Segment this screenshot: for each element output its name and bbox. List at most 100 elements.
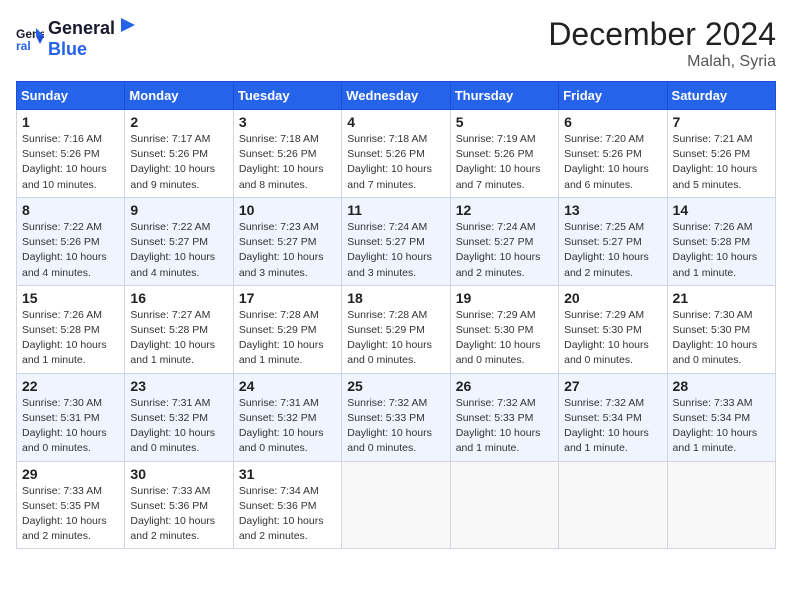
calendar-cell: 22 Sunrise: 7:30 AM Sunset: 5:31 PM Dayli… bbox=[17, 373, 125, 461]
day-number: 25 bbox=[347, 378, 444, 394]
calendar-cell: 14 Sunrise: 7:26 AM Sunset: 5:28 PM Dayli… bbox=[667, 197, 775, 285]
day-number: 5 bbox=[456, 114, 553, 130]
calendar-cell: 30Sunrise: 7:33 AM Sunset: 5:36 PM Dayli… bbox=[125, 461, 233, 549]
calendar-cell bbox=[667, 461, 775, 549]
day-info: Sunrise: 7:18 AM Sunset: 5:26 PM Dayligh… bbox=[239, 132, 336, 193]
day-info: Sunrise: 7:29 AM Sunset: 5:30 PM Dayligh… bbox=[564, 308, 661, 369]
day-number: 7 bbox=[673, 114, 770, 130]
calendar-cell: 6 Sunrise: 7:20 AM Sunset: 5:26 PM Daylig… bbox=[559, 110, 667, 198]
calendar-cell: 21Sunrise: 7:30 AM Sunset: 5:30 PM Dayli… bbox=[667, 285, 775, 373]
day-info: Sunrise: 7:32 AM Sunset: 5:34 PM Dayligh… bbox=[564, 396, 661, 457]
calendar-cell: 4 Sunrise: 7:18 AM Sunset: 5:26 PM Daylig… bbox=[342, 110, 450, 198]
day-number: 11 bbox=[347, 202, 444, 218]
calendar-cell: 19 Sunrise: 7:29 AM Sunset: 5:30 PM Dayli… bbox=[450, 285, 558, 373]
calendar-cell: 12Sunrise: 7:24 AM Sunset: 5:27 PM Dayli… bbox=[450, 197, 558, 285]
calendar-cell: 16Sunrise: 7:27 AM Sunset: 5:28 PM Dayli… bbox=[125, 285, 233, 373]
location-title: Malah, Syria bbox=[548, 53, 776, 71]
day-info: Sunrise: 7:24 AM Sunset: 5:27 PM Dayligh… bbox=[347, 220, 444, 281]
header-row: Sunday Monday Tuesday Wednesday Thursday… bbox=[17, 82, 776, 110]
logo-text-blue: Blue bbox=[48, 39, 137, 60]
calendar-week-2: 8 Sunrise: 7:22 AM Sunset: 5:26 PM Daylig… bbox=[17, 197, 776, 285]
logo-text-general: General bbox=[48, 18, 115, 39]
day-info: Sunrise: 7:29 AM Sunset: 5:30 PM Dayligh… bbox=[456, 308, 553, 369]
day-number: 30 bbox=[130, 466, 227, 482]
day-info: Sunrise: 7:19 AM Sunset: 5:26 PM Dayligh… bbox=[456, 132, 553, 193]
calendar-week-1: 1 Sunrise: 7:16 AM Sunset: 5:26 PM Daylig… bbox=[17, 110, 776, 198]
day-info: Sunrise: 7:34 AM Sunset: 5:36 PM Dayligh… bbox=[239, 484, 336, 545]
day-info: Sunrise: 7:25 AM Sunset: 5:27 PM Dayligh… bbox=[564, 220, 661, 281]
calendar-cell: 29 Sunrise: 7:33 AM Sunset: 5:35 PM Dayli… bbox=[17, 461, 125, 549]
calendar-cell: 7 Sunrise: 7:21 AM Sunset: 5:26 PM Daylig… bbox=[667, 110, 775, 198]
page-header: Gene ral General Blue December 2024 Mala… bbox=[16, 16, 776, 71]
day-number: 14 bbox=[673, 202, 770, 218]
day-info: Sunrise: 7:30 AM Sunset: 5:31 PM Dayligh… bbox=[22, 396, 119, 457]
col-friday: Friday bbox=[559, 82, 667, 110]
col-monday: Monday bbox=[125, 82, 233, 110]
day-number: 1 bbox=[22, 114, 119, 130]
day-number: 3 bbox=[239, 114, 336, 130]
day-number: 18 bbox=[347, 290, 444, 306]
day-info: Sunrise: 7:22 AM Sunset: 5:27 PM Dayligh… bbox=[130, 220, 227, 281]
day-info: Sunrise: 7:16 AM Sunset: 5:26 PM Dayligh… bbox=[22, 132, 119, 193]
calendar-cell: 25 Sunrise: 7:32 AM Sunset: 5:33 PM Dayli… bbox=[342, 373, 450, 461]
day-info: Sunrise: 7:33 AM Sunset: 5:35 PM Dayligh… bbox=[22, 484, 119, 545]
day-info: Sunrise: 7:27 AM Sunset: 5:28 PM Dayligh… bbox=[130, 308, 227, 369]
day-number: 13 bbox=[564, 202, 661, 218]
col-wednesday: Wednesday bbox=[342, 82, 450, 110]
day-info: Sunrise: 7:22 AM Sunset: 5:26 PM Dayligh… bbox=[22, 220, 119, 281]
calendar-cell: 28Sunrise: 7:33 AM Sunset: 5:34 PM Dayli… bbox=[667, 373, 775, 461]
calendar-cell bbox=[450, 461, 558, 549]
calendar-cell: 13 Sunrise: 7:25 AM Sunset: 5:27 PM Dayli… bbox=[559, 197, 667, 285]
day-number: 9 bbox=[130, 202, 227, 218]
logo: Gene ral General Blue bbox=[16, 16, 137, 60]
calendar-cell bbox=[342, 461, 450, 549]
col-tuesday: Tuesday bbox=[233, 82, 341, 110]
day-info: Sunrise: 7:32 AM Sunset: 5:33 PM Dayligh… bbox=[347, 396, 444, 457]
day-info: Sunrise: 7:17 AM Sunset: 5:26 PM Dayligh… bbox=[130, 132, 227, 193]
day-number: 10 bbox=[239, 202, 336, 218]
day-number: 24 bbox=[239, 378, 336, 394]
day-info: Sunrise: 7:21 AM Sunset: 5:26 PM Dayligh… bbox=[673, 132, 770, 193]
logo-icon: Gene ral bbox=[16, 24, 44, 52]
day-info: Sunrise: 7:28 AM Sunset: 5:29 PM Dayligh… bbox=[347, 308, 444, 369]
calendar-cell: 26 Sunrise: 7:32 AM Sunset: 5:33 PM Dayli… bbox=[450, 373, 558, 461]
col-saturday: Saturday bbox=[667, 82, 775, 110]
day-info: Sunrise: 7:26 AM Sunset: 5:28 PM Dayligh… bbox=[673, 220, 770, 281]
calendar-cell: 27Sunrise: 7:32 AM Sunset: 5:34 PM Dayli… bbox=[559, 373, 667, 461]
calendar-week-5: 29 Sunrise: 7:33 AM Sunset: 5:35 PM Dayli… bbox=[17, 461, 776, 549]
calendar-cell: 3 Sunrise: 7:18 AM Sunset: 5:26 PM Daylig… bbox=[233, 110, 341, 198]
day-info: Sunrise: 7:28 AM Sunset: 5:29 PM Dayligh… bbox=[239, 308, 336, 369]
day-number: 31 bbox=[239, 466, 336, 482]
calendar-cell: 18 Sunrise: 7:28 AM Sunset: 5:29 PM Dayli… bbox=[342, 285, 450, 373]
month-title: December 2024 bbox=[548, 16, 776, 53]
calendar-cell bbox=[559, 461, 667, 549]
logo-arrow-icon bbox=[117, 16, 137, 34]
day-number: 19 bbox=[456, 290, 553, 306]
calendar-cell: 1 Sunrise: 7:16 AM Sunset: 5:26 PM Daylig… bbox=[17, 110, 125, 198]
calendar-cell: 10 Sunrise: 7:23 AM Sunset: 5:27 PM Dayli… bbox=[233, 197, 341, 285]
day-info: Sunrise: 7:20 AM Sunset: 5:26 PM Dayligh… bbox=[564, 132, 661, 193]
calendar-table: Sunday Monday Tuesday Wednesday Thursday… bbox=[16, 81, 776, 549]
calendar-cell: 8 Sunrise: 7:22 AM Sunset: 5:26 PM Daylig… bbox=[17, 197, 125, 285]
calendar-cell: 24 Sunrise: 7:31 AM Sunset: 5:32 PM Dayli… bbox=[233, 373, 341, 461]
title-area: December 2024 Malah, Syria bbox=[548, 16, 776, 71]
day-number: 6 bbox=[564, 114, 661, 130]
day-number: 4 bbox=[347, 114, 444, 130]
day-number: 8 bbox=[22, 202, 119, 218]
day-number: 29 bbox=[22, 466, 119, 482]
col-thursday: Thursday bbox=[450, 82, 558, 110]
day-info: Sunrise: 7:32 AM Sunset: 5:33 PM Dayligh… bbox=[456, 396, 553, 457]
day-info: Sunrise: 7:18 AM Sunset: 5:26 PM Dayligh… bbox=[347, 132, 444, 193]
day-number: 26 bbox=[456, 378, 553, 394]
day-info: Sunrise: 7:31 AM Sunset: 5:32 PM Dayligh… bbox=[239, 396, 336, 457]
calendar-cell: 17Sunrise: 7:28 AM Sunset: 5:29 PM Dayli… bbox=[233, 285, 341, 373]
calendar-cell: 15Sunrise: 7:26 AM Sunset: 5:28 PM Dayli… bbox=[17, 285, 125, 373]
calendar-body: 1 Sunrise: 7:16 AM Sunset: 5:26 PM Daylig… bbox=[17, 110, 776, 549]
day-info: Sunrise: 7:23 AM Sunset: 5:27 PM Dayligh… bbox=[239, 220, 336, 281]
day-number: 22 bbox=[22, 378, 119, 394]
day-info: Sunrise: 7:33 AM Sunset: 5:34 PM Dayligh… bbox=[673, 396, 770, 457]
day-number: 15 bbox=[22, 290, 119, 306]
calendar-cell: 20Sunrise: 7:29 AM Sunset: 5:30 PM Dayli… bbox=[559, 285, 667, 373]
calendar-cell: 23Sunrise: 7:31 AM Sunset: 5:32 PM Dayli… bbox=[125, 373, 233, 461]
day-number: 21 bbox=[673, 290, 770, 306]
